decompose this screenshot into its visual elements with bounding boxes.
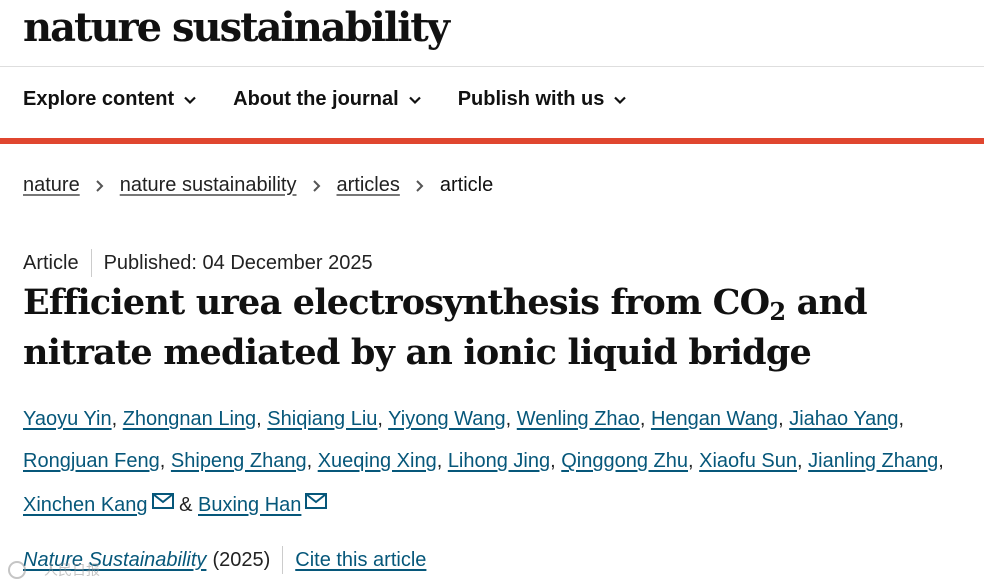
author-separator: ,	[550, 450, 562, 472]
author-separator: ,	[688, 450, 700, 472]
chevron-right-icon	[312, 179, 320, 192]
author-link[interactable]: Zhongnan Ling	[123, 408, 256, 430]
article-meta: Article Published: 04 December 2025	[23, 249, 373, 277]
author-link[interactable]: Hengan Wang	[651, 408, 778, 430]
journal-logo[interactable]: nature sustainability	[23, 4, 450, 51]
main-nav: Explore content About the journal Publis…	[23, 88, 663, 111]
author-link[interactable]: Buxing Han	[198, 494, 301, 516]
author-last-join: &	[173, 494, 198, 516]
author-link[interactable]: Jiahao Yang	[789, 408, 898, 430]
chevron-down-icon	[614, 96, 627, 104]
accent-bar	[0, 138, 984, 144]
author-link[interactable]: Rongjuan Feng	[23, 450, 160, 472]
nav-publish-with-us[interactable]: Publish with us	[458, 88, 628, 111]
watermark: 人民日报	[8, 560, 100, 580]
author-link[interactable]: Shipeng Zhang	[171, 450, 307, 472]
cite-divider	[282, 546, 284, 574]
author-separator: ,	[797, 450, 809, 472]
article-type: Article	[23, 251, 79, 274]
author-link[interactable]: Xueqing Xing	[318, 450, 437, 472]
author-link[interactable]: Qinggong Zhu	[561, 450, 688, 472]
author-separator: ,	[256, 408, 268, 430]
watermark-logo-icon	[8, 561, 26, 579]
chevron-down-icon	[408, 96, 421, 104]
chevron-right-icon	[96, 179, 104, 192]
published-date: Published: 04 December 2025	[103, 251, 373, 274]
author-separator: ,	[436, 450, 448, 472]
email-icon[interactable]	[305, 482, 328, 509]
cite-this-article-link[interactable]: Cite this article	[295, 549, 426, 572]
author-link[interactable]: Yiyong Wang	[388, 408, 505, 430]
nav-explore-content[interactable]: Explore content	[23, 88, 197, 111]
author-link[interactable]: Shiqiang Liu	[267, 408, 377, 430]
author-separator: ,	[377, 408, 389, 430]
author-separator: ,	[306, 450, 318, 472]
breadcrumb-link-journal[interactable]: nature sustainability	[120, 174, 297, 197]
nav-label: Explore content	[23, 88, 175, 110]
author-link[interactable]: Xinchen Kang	[23, 494, 148, 516]
title-part-1: Efficient urea electrosynthesis from CO	[23, 282, 770, 323]
author-separator: ,	[938, 450, 944, 472]
author-link[interactable]: Lihong Jing	[448, 450, 550, 472]
author-separator: ,	[111, 408, 123, 430]
chevron-down-icon	[184, 96, 196, 104]
breadcrumb-link-articles[interactable]: articles	[337, 174, 400, 197]
nav-label: About the journal	[233, 88, 399, 110]
title-subscript: 2	[769, 297, 786, 326]
breadcrumb-current: article	[439, 174, 494, 196]
email-icon[interactable]	[151, 482, 174, 509]
chevron-right-icon	[416, 179, 424, 192]
author-link[interactable]: Wenling Zhao	[517, 408, 640, 430]
breadcrumb-link-nature[interactable]: nature	[23, 174, 80, 197]
author-separator: ,	[159, 450, 171, 472]
publication-year: (2025)	[212, 548, 271, 571]
author-separator: ,	[639, 408, 651, 430]
author-separator: ,	[898, 408, 905, 430]
nav-about-journal[interactable]: About the journal	[233, 88, 422, 111]
nav-label: Publish with us	[457, 88, 605, 110]
breadcrumb: nature nature sustainability articles ar…	[23, 174, 493, 197]
author-link[interactable]: Xiaofu Sun	[699, 450, 797, 472]
author-list: Yaoyu Yin, Zhongnan Ling, Shiqiang Liu, …	[23, 398, 984, 526]
watermark-text: 人民日报	[44, 562, 100, 578]
header-divider	[0, 66, 984, 67]
article-title: Efficient urea electrosynthesis from CO2…	[23, 278, 978, 378]
author-separator: ,	[505, 408, 517, 430]
author-link[interactable]: Jianling Zhang	[808, 450, 938, 472]
author-separator: ,	[778, 408, 790, 430]
author-link[interactable]: Yaoyu Yin	[23, 408, 112, 430]
meta-divider	[90, 249, 92, 277]
